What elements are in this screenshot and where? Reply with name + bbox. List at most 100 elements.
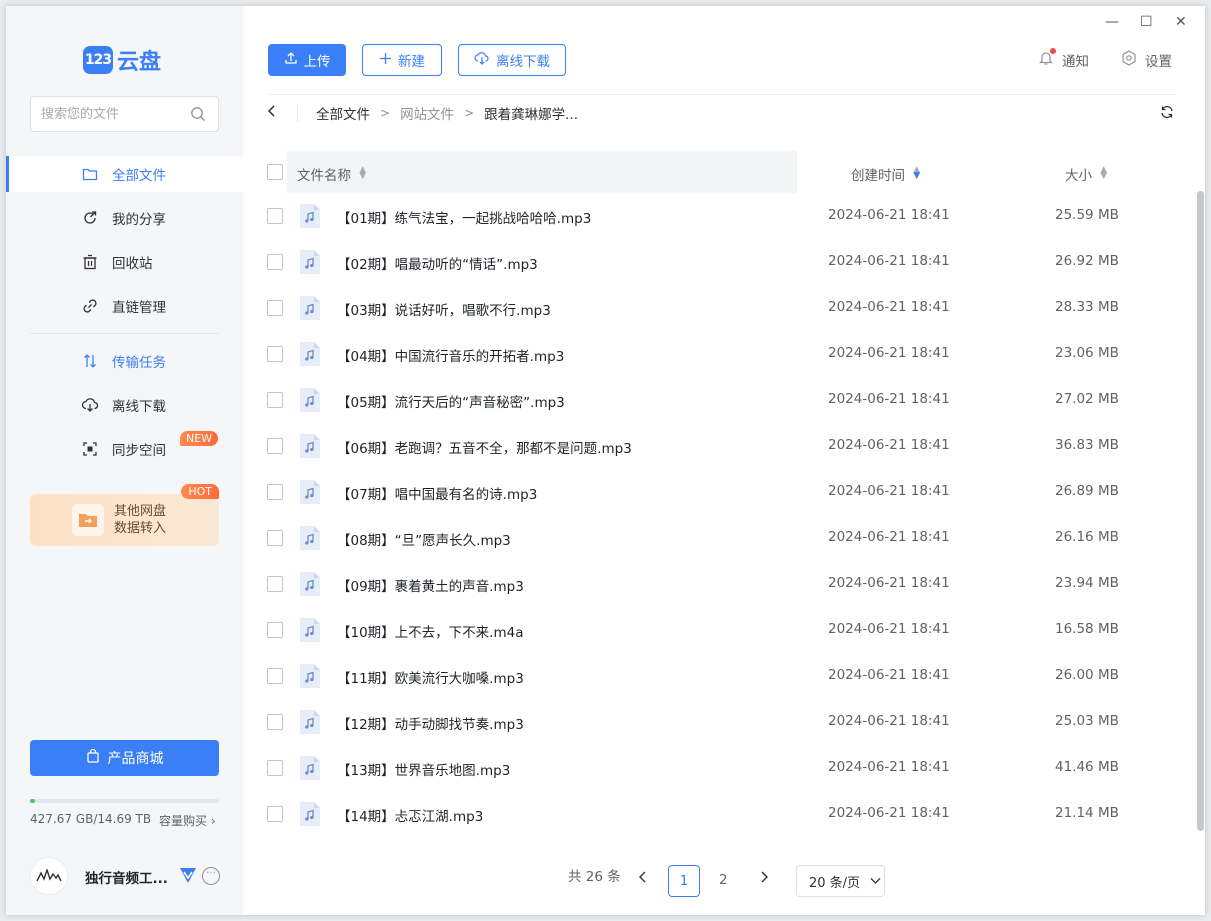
- table-row[interactable]: 【14期】忐忑江湖.mp3 2024-06-21 18:41 21.14 MB: [267, 791, 1177, 837]
- row-checkbox[interactable]: [267, 346, 283, 362]
- row-checkbox[interactable]: [267, 576, 283, 592]
- page-size-select[interactable]: 20 条/页: [796, 865, 885, 897]
- page-2-button[interactable]: 2: [719, 872, 728, 888]
- app-logo[interactable]: 123 云盘: [83, 44, 161, 76]
- maximize-icon[interactable]: ☐: [1140, 14, 1153, 30]
- new-button[interactable]: 新建: [362, 44, 442, 76]
- row-checkbox[interactable]: [267, 254, 283, 270]
- user-name: 独行音频工...: [85, 871, 168, 887]
- page-size-label: 20 条/页: [809, 875, 861, 891]
- sidebar-item-label: 我的分享: [112, 212, 166, 228]
- row-checkbox[interactable]: [267, 300, 283, 316]
- size-column-header[interactable]: 大小 ▲ ▼: [1065, 164, 1107, 185]
- minimize-icon[interactable]: —: [1105, 14, 1119, 30]
- date-column-header[interactable]: 创建时间 ▲ ▼: [851, 164, 920, 185]
- sidebar-item-transfer[interactable]: 传输任务: [6, 343, 243, 379]
- file-name[interactable]: 【02期】唱最动听的“情话”.mp3: [337, 253, 538, 273]
- file-name[interactable]: 【05期】流行天后的“声音秘密”.mp3: [337, 391, 565, 411]
- prev-page-icon[interactable]: [638, 871, 648, 887]
- table-row[interactable]: 【11期】欧美流行大咖嗓.mp3 2024-06-21 18:41 26.00 MB: [267, 653, 1177, 699]
- row-checkbox[interactable]: [267, 714, 283, 730]
- file-name[interactable]: 【08期】“旦”愿声长久.mp3: [337, 529, 511, 549]
- sidebar-item-my-share[interactable]: 我的分享: [6, 200, 243, 236]
- row-checkbox[interactable]: [267, 484, 283, 500]
- sidebar-item-direct-link[interactable]: 直链管理: [6, 288, 243, 324]
- more-options-icon[interactable]: ···: [202, 867, 220, 885]
- search-input[interactable]: [41, 106, 181, 122]
- file-name[interactable]: 【13期】世界音乐地图.mp3: [337, 759, 510, 779]
- back-icon[interactable]: [267, 105, 297, 121]
- logo-text: 云盘: [117, 50, 162, 75]
- settings-button[interactable]: 设置: [1121, 50, 1172, 70]
- product-store-button[interactable]: 产品商城: [30, 740, 219, 776]
- table-row[interactable]: 【02期】唱最动听的“情话”.mp3 2024-06-21 18:41 26.92 …: [267, 239, 1177, 285]
- file-size: 28.33 MB: [1055, 299, 1119, 315]
- scrollbar[interactable]: [1197, 191, 1204, 831]
- avatar[interactable]: [30, 857, 68, 895]
- promo-text: 其他网盘 数据转入: [114, 503, 166, 537]
- file-name[interactable]: 【09期】裹着黄土的声音.mp3: [337, 575, 524, 595]
- audio-file-icon: [299, 295, 321, 321]
- hot-badge: HOT: [181, 484, 219, 499]
- file-name[interactable]: 【03期】说话好听，唱歌不行.mp3: [337, 299, 551, 319]
- row-checkbox[interactable]: [267, 622, 283, 638]
- table-row[interactable]: 【07期】唱中国最有名的诗.mp3 2024-06-21 18:41 26.89 M…: [267, 469, 1177, 515]
- file-name[interactable]: 【04期】中国流行音乐的开拓者.mp3: [337, 345, 564, 365]
- sidebar-item-offline-download[interactable]: 离线下载: [6, 387, 243, 423]
- table-row[interactable]: 【09期】裹着黄土的声音.mp3 2024-06-21 18:41 23.94 MB: [267, 561, 1177, 607]
- table-row[interactable]: 【05期】流行天后的“声音秘密”.mp3 2024-06-21 18:41 27.0…: [267, 377, 1177, 423]
- page-1-button[interactable]: 1: [668, 865, 700, 897]
- table-row[interactable]: 【06期】老跑调？五音不全，那都不是问题.mp3 2024-06-21 18:41…: [267, 423, 1177, 469]
- sidebar-item-recycle-bin[interactable]: 回收站: [6, 244, 243, 280]
- file-name[interactable]: 【01期】练气法宝，一起挑战哈哈哈.mp3: [337, 207, 591, 227]
- search-box[interactable]: [30, 96, 219, 132]
- logo-badge: 123: [83, 46, 113, 74]
- offline-download-button[interactable]: 离线下载: [458, 44, 566, 76]
- row-checkbox[interactable]: [267, 668, 283, 684]
- close-icon[interactable]: ✕: [1175, 14, 1187, 30]
- data-import-promo[interactable]: 其他网盘 数据转入 HOT: [30, 484, 219, 546]
- table-row[interactable]: 【10期】上不去，下不来.m4a 2024-06-21 18:41 16.58 MB: [267, 607, 1177, 653]
- file-name[interactable]: 【11期】欧美流行大咖嗓.mp3: [337, 667, 524, 687]
- row-checkbox[interactable]: [267, 438, 283, 454]
- file-size: 23.94 MB: [1055, 575, 1119, 591]
- gear-icon: [1121, 50, 1137, 70]
- user-panel[interactable]: 独行音频工... ···: [30, 857, 230, 897]
- file-name[interactable]: 【07期】唱中国最有名的诗.mp3: [337, 483, 537, 503]
- name-column-header[interactable]: 文件名称 ▲ ▼: [297, 164, 366, 185]
- storage-usage-text: 427.67 GB/14.69 TB: [30, 812, 152, 826]
- audio-file-icon: [299, 663, 321, 689]
- sidebar-item-all-files[interactable]: 全部文件: [6, 156, 243, 192]
- refresh-icon[interactable]: [1159, 104, 1175, 124]
- row-checkbox[interactable]: [267, 208, 283, 224]
- table-row[interactable]: 【13期】世界音乐地图.mp3 2024-06-21 18:41 41.46 MB: [267, 745, 1177, 791]
- buy-storage-link[interactable]: 容量购买 ›: [159, 812, 216, 829]
- file-date: 2024-06-21 18:41: [828, 483, 950, 499]
- file-size: 26.89 MB: [1055, 483, 1119, 499]
- file-name[interactable]: 【06期】老跑调？五音不全，那都不是问题.mp3: [337, 437, 632, 457]
- table-row[interactable]: 【12期】动手动脚找节奏.mp3 2024-06-21 18:41 25.03 MB: [267, 699, 1177, 745]
- row-checkbox[interactable]: [267, 760, 283, 776]
- select-all-checkbox[interactable]: [267, 164, 283, 180]
- file-name[interactable]: 【14期】忐忑江湖.mp3: [337, 805, 483, 825]
- sidebar-item-sync-space[interactable]: 同步空间 NEW: [6, 431, 243, 467]
- table-row[interactable]: 【08期】“旦”愿声长久.mp3 2024-06-21 18:41 26.16 MB: [267, 515, 1177, 561]
- file-name[interactable]: 【10期】上不去，下不来.m4a: [337, 621, 523, 641]
- row-checkbox[interactable]: [267, 806, 283, 822]
- table-row[interactable]: 【04期】中国流行音乐的开拓者.mp3 2024-06-21 18:41 23.06…: [267, 331, 1177, 377]
- buy-storage-label: 容量购买: [159, 814, 208, 828]
- upload-button[interactable]: 上传: [268, 44, 346, 76]
- vip-icon[interactable]: [178, 866, 198, 888]
- next-page-icon[interactable]: [759, 871, 769, 887]
- breadcrumb-item[interactable]: 全部文件: [316, 103, 370, 123]
- notification-button[interactable]: 通知: [1038, 48, 1089, 70]
- table-row[interactable]: 【03期】说话好听，唱歌不行.mp3 2024-06-21 18:41 28.33 …: [267, 285, 1177, 331]
- row-checkbox[interactable]: [267, 530, 283, 546]
- breadcrumb-item[interactable]: 网站文件: [400, 103, 454, 123]
- cloud-download-icon: [81, 397, 99, 413]
- file-date: 2024-06-21 18:41: [828, 575, 950, 591]
- table-row[interactable]: 【01期】练气法宝，一起挑战哈哈哈.mp3 2024-06-21 18:41 25.…: [267, 193, 1177, 239]
- row-checkbox[interactable]: [267, 392, 283, 408]
- search-icon[interactable]: [190, 106, 206, 126]
- file-name[interactable]: 【12期】动手动脚找节奏.mp3: [337, 713, 524, 733]
